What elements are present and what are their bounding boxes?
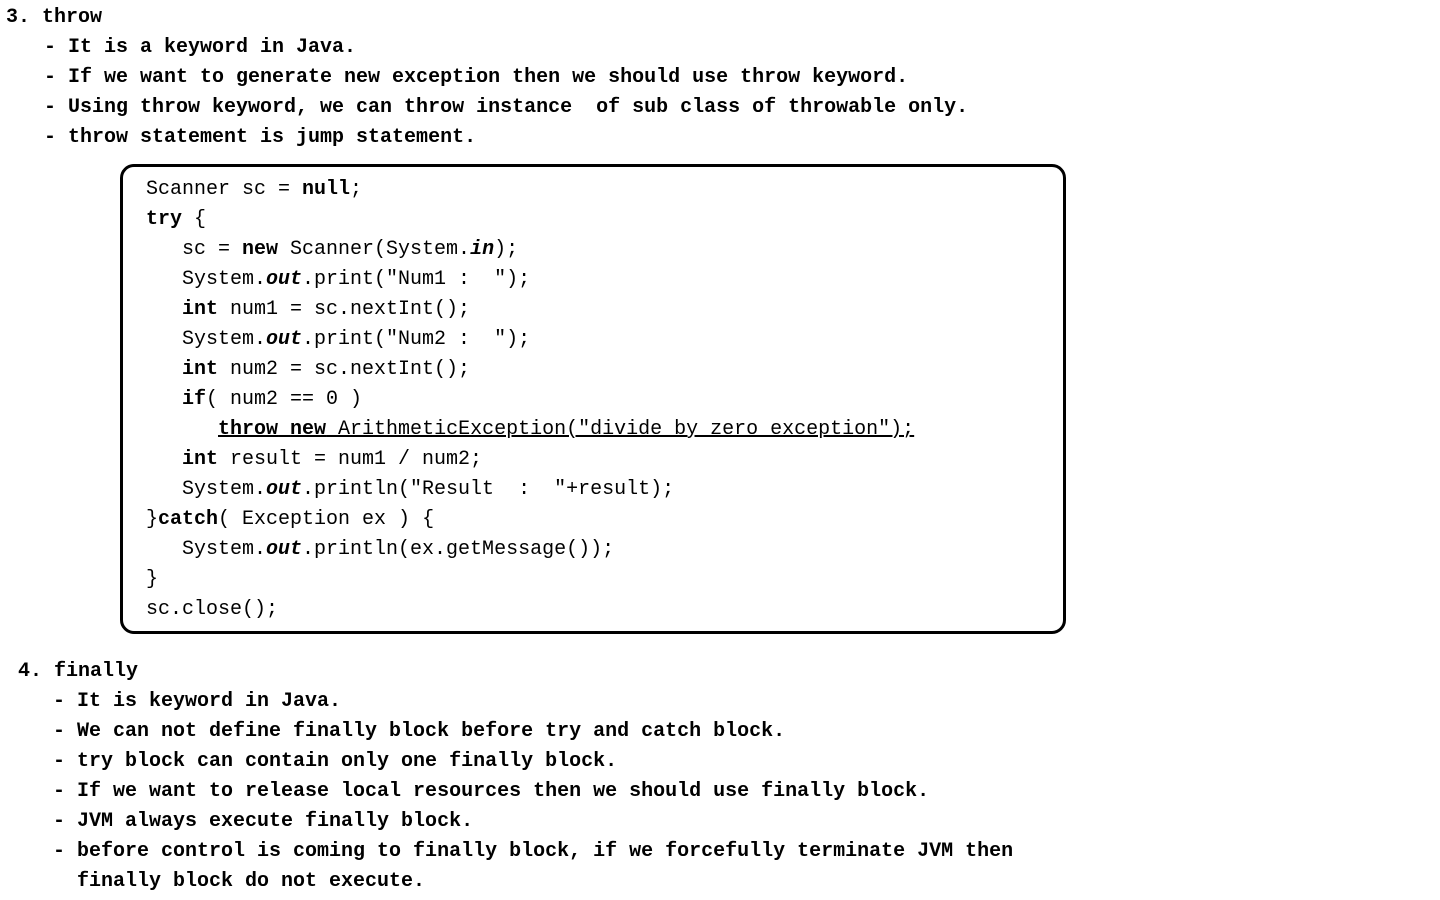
code-keyword: null [302, 178, 351, 201]
code-text: ArithmeticException("divide by zero exce… [326, 418, 915, 441]
code-text: System. [182, 328, 267, 351]
section-4-bullet-5: - JVM always execute finally block. [53, 810, 474, 833]
code-keyword: int [182, 298, 219, 321]
code-line-6: System.out.print("Num2 : "); [182, 325, 530, 355]
section-3-bullet-3: - Using throw keyword, we can throw inst… [44, 96, 969, 119]
code-text: System. [182, 478, 267, 501]
section-4-bullet-2: - We can not define finally block before… [53, 720, 786, 743]
code-line-15: sc.close(); [146, 595, 278, 625]
code-text: sc = [182, 238, 243, 261]
section-4-heading: 4. finally [18, 660, 139, 683]
section-3-heading: 3. throw [6, 6, 103, 29]
code-static-field: out [266, 268, 303, 291]
section-3-bullet-1: - It is a keyword in Java. [44, 36, 357, 59]
code-text: num1 = sc.nextInt(); [218, 298, 471, 321]
code-line-4: System.out.print("Num1 : "); [182, 265, 530, 295]
code-text: } [146, 568, 159, 591]
code-keyword: if [182, 388, 207, 411]
code-text: } [146, 508, 159, 531]
code-keyword: new [290, 418, 327, 441]
code-text: .print("Num2 : "); [302, 328, 531, 351]
code-text: ; [350, 178, 363, 201]
code-line-14: } [146, 565, 158, 595]
section-3-bullet-2: - If we want to generate new exception t… [44, 66, 909, 89]
section-4-bullet-3: - try block can contain only one finally… [53, 750, 618, 773]
code-static-field: out [266, 328, 303, 351]
code-keyword: new [242, 238, 279, 261]
code-line-8: if( num2 == 0 ) [182, 385, 362, 415]
code-static-field: out [266, 478, 303, 501]
code-line-5: int num1 = sc.nextInt(); [182, 295, 470, 325]
code-keyword: int [182, 448, 219, 471]
code-line-9: throw new ArithmeticException("divide by… [218, 415, 914, 445]
code-text: { [182, 208, 207, 231]
code-text: sc.close(); [146, 598, 279, 621]
code-keyword: try [146, 208, 183, 231]
code-text: num2 = sc.nextInt(); [218, 358, 471, 381]
code-text: System. [182, 538, 267, 561]
code-line-10: int result = num1 / num2; [182, 445, 482, 475]
section-4-bullet-6-continuation: finally block do not execute. [53, 870, 426, 893]
code-static-field: out [266, 538, 303, 561]
code-text: .println(ex.getMessage()); [302, 538, 615, 561]
section-3-bullet-4: - throw statement is jump statement. [44, 126, 477, 149]
code-text: Scanner(System. [278, 238, 471, 261]
section-4-bullet-6: - before control is coming to finally bl… [53, 840, 1014, 863]
section-4-bullet-4: - If we want to release local resources … [53, 780, 930, 803]
code-line-12: }catch( Exception ex ) { [146, 505, 434, 535]
code-text: ( Exception ex ) { [218, 508, 435, 531]
code-text: .println("Result : "+result); [302, 478, 675, 501]
code-keyword: catch [158, 508, 219, 531]
code-keyword: int [182, 358, 219, 381]
code-text: result = num1 / num2; [218, 448, 483, 471]
code-text: .print("Num1 : "); [302, 268, 531, 291]
code-static-field: in [470, 238, 495, 261]
code-example-box: Scanner sc = null; try { sc = new Scanne… [120, 164, 1066, 634]
code-line-3: sc = new Scanner(System.in); [182, 235, 518, 265]
code-text: ); [494, 238, 519, 261]
code-line-11: System.out.println("Result : "+result); [182, 475, 674, 505]
code-line-13: System.out.println(ex.getMessage()); [182, 535, 614, 565]
code-line-1: Scanner sc = null; [146, 175, 362, 205]
code-text: ( num2 == 0 ) [206, 388, 363, 411]
code-keyword: throw [218, 418, 279, 441]
code-text: Scanner sc = [146, 178, 303, 201]
code-text: System. [182, 268, 267, 291]
code-line-7: int num2 = sc.nextInt(); [182, 355, 470, 385]
section-4-bullet-1: - It is keyword in Java. [53, 690, 342, 713]
code-line-2: try { [146, 205, 206, 235]
